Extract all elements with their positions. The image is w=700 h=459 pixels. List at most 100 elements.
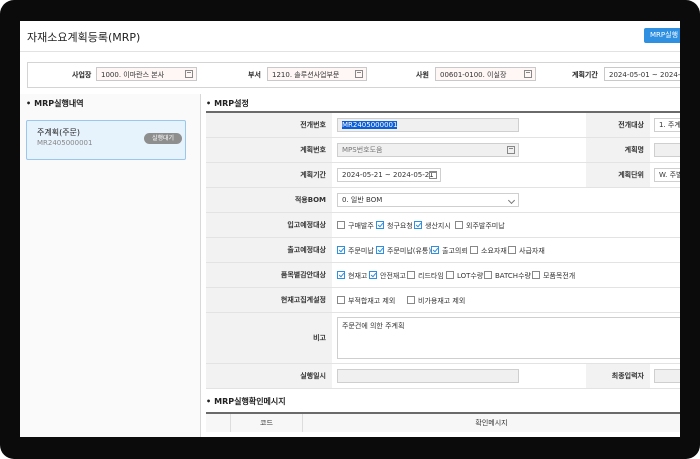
plan-no-field[interactable]: MPS번호도움 [337,143,519,157]
in-option[interactable]: 구매발주 [337,221,374,231]
in-label: 입고예정대상 [206,213,332,237]
calendar-icon[interactable] [429,171,437,179]
business-field[interactable]: 1000. 이마란스 본사 [96,67,197,81]
checkbox-checked-icon[interactable] [431,246,439,254]
table-header-message: 확인메시지 [303,414,680,432]
period-label: 계획기간 [572,71,598,79]
item-option[interactable]: 모품목전개 [532,271,575,281]
dept-picker-icon[interactable] [355,70,363,78]
left-panel: MRP실행내역 주계획(주문) MR2405000001 실행대기 [20,94,201,437]
row-out: 출고예정대상 주문미납 주문미납(유통) 출고의뢰 소요자재 사급자재 [206,238,680,263]
deploy-no-field[interactable]: MR2405000001 [337,118,519,132]
item-option[interactable]: 리드타임 [407,271,444,281]
plan-no-picker-icon[interactable] [507,146,515,154]
plan-unit-field[interactable]: W. 주별 [654,168,680,182]
employee-field[interactable]: 00601-0100. 이실장 [435,67,536,81]
chevron-down-icon [507,196,516,205]
row-in: 입고예정대상 구매발주 청구요청 생산지시 외주발주미납 [206,213,680,238]
business-value: 1000. 이마란스 본사 [101,71,165,79]
device-frame: 자재소요계획등록(MRP) MRP실행 사업장 1000. 이마란스 본사 부서… [0,0,700,459]
checkbox-icon[interactable] [446,271,454,279]
confirm-table: 코드 확인메시지 [206,412,680,434]
checkbox-icon[interactable] [455,221,463,229]
plan-unit-label: 계획단위 [586,163,650,187]
final-user-field[interactable] [654,369,680,383]
out-option[interactable]: 소요자재 [470,246,507,256]
page-title: 자재소요계획등록(MRP) [27,31,141,44]
stock-option[interactable]: 부적합재고 제외 [337,296,395,306]
plan-no-label: 계획번호 [206,138,332,162]
item-option[interactable]: BATCH수량 [484,271,531,281]
employee-label: 사원 [416,71,429,79]
row-plan-no: 계획번호 MPS번호도움 계획명 [206,138,680,163]
note-value: 주문건에 의한 주계획 [342,322,405,330]
checkbox-icon[interactable] [407,271,415,279]
table-header-code: 코드 [231,414,303,432]
checkbox-icon[interactable] [407,296,415,304]
out-option[interactable]: 출고의뢰 [431,246,468,256]
checkbox-icon[interactable] [484,271,492,279]
item-option[interactable]: 현재고 [337,271,367,281]
plan-name-label: 계획명 [586,138,650,162]
deploy-target-field[interactable]: 1. 주계 [654,118,680,132]
plan-unit-value: W. 주별 [659,171,680,179]
business-label: 사업장 [72,71,92,79]
checkbox-checked-icon[interactable] [414,221,422,229]
deploy-target-value: 1. 주계 [659,121,680,129]
in-option[interactable]: 생산지시 [414,221,451,231]
filter-bar: 사업장 1000. 이마란스 본사 부서 1210. 솔루션사업부문 사원 00… [27,62,680,88]
deploy-no-label: 전개번호 [206,113,332,137]
business-picker-icon[interactable] [185,70,193,78]
checkbox-icon[interactable] [532,271,540,279]
deploy-target-label: 전개대상 [586,113,650,137]
table-select-column [206,414,231,432]
plan-period-value: 2024-05-21 ~ 2024-05-21 [342,171,434,179]
row-note: 비고 주문건에 의한 주계획 [206,313,680,364]
plan-period-field[interactable]: 2024-05-21 ~ 2024-05-21 [337,168,441,182]
employee-picker-icon[interactable] [524,70,532,78]
dept-label: 부서 [248,71,261,79]
checkbox-icon[interactable] [508,246,516,254]
confirm-section-title: MRP실행확인메시지 [206,396,286,407]
dept-field[interactable]: 1210. 솔루션사업부문 [267,67,367,81]
row-bom: 적용BOM 0. 일반 BOM [206,188,680,213]
row-stock: 현재고집계설정 부적합재고 제외 비가용재고 제외 [206,288,680,313]
card-code: MR2405000001 [37,139,93,147]
right-panel: MRP설정 전개번호 MR2405000001 전개대상 1. 주계 계획번호 … [206,94,680,437]
out-option[interactable]: 주문미납(유통) [376,246,431,256]
checkbox-checked-icon[interactable] [337,271,345,279]
checkbox-checked-icon[interactable] [337,246,345,254]
in-option[interactable]: 청구요청 [376,221,413,231]
item-option[interactable]: 안전재고 [369,271,406,281]
bom-select[interactable]: 0. 일반 BOM [337,193,519,207]
checkbox-icon[interactable] [337,296,345,304]
note-textarea[interactable]: 주문건에 의한 주계획 [337,317,680,359]
mrp-history-title: MRP실행내역 [26,98,83,109]
checkbox-checked-icon[interactable] [376,246,384,254]
dept-value: 1210. 솔루션사업부문 [272,71,340,79]
plan-no-placeholder: MPS번호도움 [342,146,383,154]
checkbox-icon[interactable] [470,246,478,254]
item-option[interactable]: LOT수량 [446,271,483,281]
item-label: 품목별감안대상 [206,263,332,287]
note-label: 비고 [206,313,332,363]
bom-label: 적용BOM [206,188,332,212]
checkbox-icon[interactable] [337,221,345,229]
mrp-history-card[interactable]: 주계획(주문) MR2405000001 실행대기 [26,120,186,160]
run-date-label: 실행일시 [206,364,332,388]
row-item: 품목별감안대상 현재고 안전재고 리드타임 LOT수량 BATCH수량 모품목전… [206,263,680,288]
checkbox-checked-icon[interactable] [369,271,377,279]
out-option[interactable]: 사급자재 [508,246,545,256]
checkbox-checked-icon[interactable] [376,221,384,229]
period-field[interactable]: 2024-05-01 ~ 2024-05-31 [604,67,680,81]
settings-form: 전개번호 MR2405000001 전개대상 1. 주계 계획번호 MPS번호도… [206,111,680,389]
bom-value: 0. 일반 BOM [342,196,383,204]
plan-name-field[interactable] [654,143,680,157]
final-user-label: 최종입력자 [586,364,650,388]
stock-label: 현재고집계설정 [206,288,332,312]
run-date-field[interactable] [337,369,519,383]
mrp-run-button[interactable]: MRP실행 [644,28,680,43]
out-option[interactable]: 주문미납 [337,246,374,256]
stock-option[interactable]: 비가용재고 제외 [407,296,465,306]
in-option[interactable]: 외주발주미납 [455,221,505,231]
